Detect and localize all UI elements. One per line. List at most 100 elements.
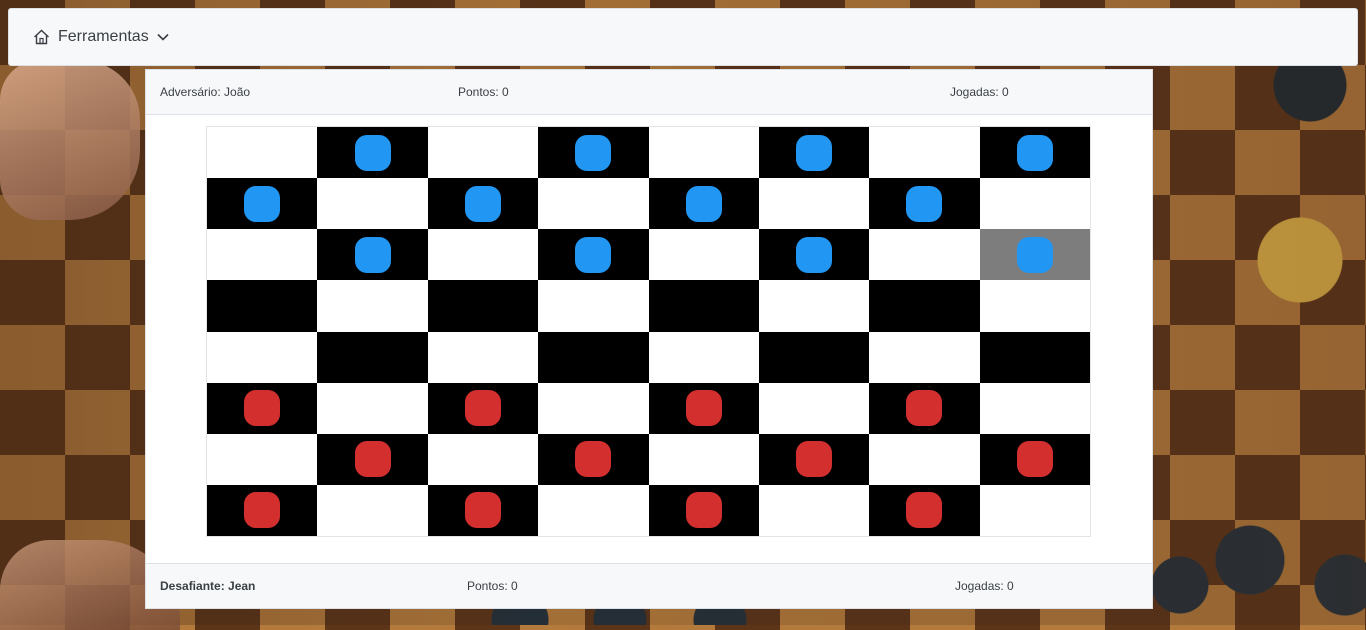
red-piece[interactable] bbox=[464, 390, 501, 427]
board-square-r5-c4[interactable] bbox=[648, 382, 759, 434]
challenger-moves: Jogadas: 0 bbox=[955, 579, 1014, 593]
board-square-r2-c6[interactable] bbox=[869, 229, 980, 281]
board-square-r7-c3[interactable] bbox=[538, 484, 649, 536]
board-square-r2-c2[interactable] bbox=[427, 229, 539, 281]
red-piece[interactable] bbox=[244, 492, 281, 529]
tools-menu-label: Ferramentas bbox=[58, 28, 149, 45]
board-square-r4-c4[interactable] bbox=[648, 331, 759, 383]
board-square-r0-c1[interactable] bbox=[317, 127, 428, 179]
blue-piece[interactable] bbox=[796, 236, 833, 273]
board-square-r0-c4[interactable] bbox=[648, 127, 759, 179]
board-square-r1-c5[interactable] bbox=[758, 178, 870, 230]
board-square-r0-c2[interactable] bbox=[427, 127, 539, 179]
blue-piece[interactable] bbox=[575, 134, 612, 171]
board-square-r5-c1[interactable] bbox=[317, 382, 428, 434]
board-square-r1-c4[interactable] bbox=[648, 178, 759, 230]
board-square-r4-c6[interactable] bbox=[869, 331, 980, 383]
opponent-moves: Jogadas: 0 bbox=[950, 85, 1009, 99]
board-square-r6-c7[interactable] bbox=[979, 433, 1090, 485]
challenger-name: Desafiante: Jean bbox=[160, 579, 256, 593]
board-square-r2-c7[interactable] bbox=[979, 229, 1090, 281]
checkers-board[interactable] bbox=[206, 126, 1091, 537]
red-piece[interactable] bbox=[244, 390, 281, 427]
board-square-r5-c3[interactable] bbox=[538, 382, 649, 434]
red-piece[interactable] bbox=[575, 441, 612, 478]
board-square-r3-c2[interactable] bbox=[427, 280, 539, 332]
board-square-r4-c2[interactable] bbox=[427, 331, 539, 383]
board-square-r3-c7[interactable] bbox=[979, 280, 1090, 332]
board-square-r7-c1[interactable] bbox=[317, 484, 428, 536]
blue-piece[interactable] bbox=[244, 185, 281, 222]
board-square-r1-c0[interactable] bbox=[207, 178, 318, 230]
board-square-r5-c6[interactable] bbox=[869, 382, 980, 434]
board-square-r4-c1[interactable] bbox=[317, 331, 428, 383]
board-square-r3-c3[interactable] bbox=[538, 280, 649, 332]
red-piece[interactable] bbox=[685, 390, 722, 427]
red-piece[interactable] bbox=[464, 492, 501, 529]
blue-piece[interactable] bbox=[575, 236, 612, 273]
board-square-r2-c3[interactable] bbox=[538, 229, 649, 281]
blue-piece[interactable] bbox=[685, 185, 722, 222]
red-piece[interactable] bbox=[796, 441, 833, 478]
board-square-r3-c6[interactable] bbox=[869, 280, 980, 332]
board-square-r0-c6[interactable] bbox=[869, 127, 980, 179]
board-square-r1-c3[interactable] bbox=[538, 178, 649, 230]
board-square-r2-c0[interactable] bbox=[207, 229, 318, 281]
board-square-r0-c0[interactable] bbox=[207, 127, 318, 179]
blue-piece[interactable] bbox=[354, 236, 391, 273]
board-square-r7-c6[interactable] bbox=[869, 484, 980, 536]
red-piece[interactable] bbox=[1016, 441, 1053, 478]
tools-menu-button[interactable]: Ferramentas bbox=[33, 28, 169, 46]
board-square-r0-c7[interactable] bbox=[979, 127, 1090, 179]
board-square-r4-c7[interactable] bbox=[979, 331, 1090, 383]
red-piece[interactable] bbox=[354, 441, 391, 478]
red-piece[interactable] bbox=[906, 390, 943, 427]
blue-piece[interactable] bbox=[354, 134, 391, 171]
blue-piece[interactable] bbox=[1016, 134, 1053, 171]
board-square-r4-c0[interactable] bbox=[207, 331, 318, 383]
board-square-r7-c0[interactable] bbox=[207, 484, 318, 536]
top-navbar: Ferramentas bbox=[8, 8, 1358, 66]
board-square-r3-c0[interactable] bbox=[207, 280, 318, 332]
board-square-r5-c5[interactable] bbox=[758, 382, 870, 434]
board-square-r3-c4[interactable] bbox=[648, 280, 759, 332]
board-square-r6-c0[interactable] bbox=[207, 433, 318, 485]
board-square-r4-c5[interactable] bbox=[758, 331, 870, 383]
board-square-r6-c3[interactable] bbox=[538, 433, 649, 485]
opponent-info-bar: Adversário: João Pontos: 0 Jogadas: 0 bbox=[146, 70, 1152, 115]
blue-piece[interactable] bbox=[906, 185, 943, 222]
board-square-r3-c1[interactable] bbox=[317, 280, 428, 332]
blue-piece[interactable] bbox=[464, 185, 501, 222]
board-square-r5-c2[interactable] bbox=[427, 382, 539, 434]
board-square-r3-c5[interactable] bbox=[758, 280, 870, 332]
board-square-r6-c5[interactable] bbox=[758, 433, 870, 485]
game-panel: Adversário: João Pontos: 0 Jogadas: 0 De… bbox=[145, 69, 1153, 609]
board-square-r5-c7[interactable] bbox=[979, 382, 1090, 434]
board-square-r6-c2[interactable] bbox=[427, 433, 539, 485]
board-square-r7-c5[interactable] bbox=[758, 484, 870, 536]
blue-piece[interactable] bbox=[796, 134, 833, 171]
board-square-r5-c0[interactable] bbox=[207, 382, 318, 434]
board-square-r0-c5[interactable] bbox=[758, 127, 870, 179]
background-hand bbox=[0, 60, 140, 220]
board-square-r1-c6[interactable] bbox=[869, 178, 980, 230]
challenger-info-bar: Desafiante: Jean Pontos: 0 Jogadas: 0 bbox=[146, 563, 1152, 608]
board-square-r2-c1[interactable] bbox=[317, 229, 428, 281]
board-square-r1-c7[interactable] bbox=[979, 178, 1090, 230]
red-piece[interactable] bbox=[685, 492, 722, 529]
chevron-down-icon bbox=[157, 33, 169, 41]
board-square-r6-c6[interactable] bbox=[869, 433, 980, 485]
board-square-r1-c1[interactable] bbox=[317, 178, 428, 230]
board-square-r6-c4[interactable] bbox=[648, 433, 759, 485]
blue-piece[interactable] bbox=[1016, 236, 1053, 273]
board-square-r7-c2[interactable] bbox=[427, 484, 539, 536]
board-square-r2-c5[interactable] bbox=[758, 229, 870, 281]
board-square-r6-c1[interactable] bbox=[317, 433, 428, 485]
board-square-r7-c4[interactable] bbox=[648, 484, 759, 536]
board-square-r4-c3[interactable] bbox=[538, 331, 649, 383]
board-square-r2-c4[interactable] bbox=[648, 229, 759, 281]
red-piece[interactable] bbox=[906, 492, 943, 529]
board-square-r0-c3[interactable] bbox=[538, 127, 649, 179]
board-square-r1-c2[interactable] bbox=[427, 178, 539, 230]
board-square-r7-c7[interactable] bbox=[979, 484, 1090, 536]
